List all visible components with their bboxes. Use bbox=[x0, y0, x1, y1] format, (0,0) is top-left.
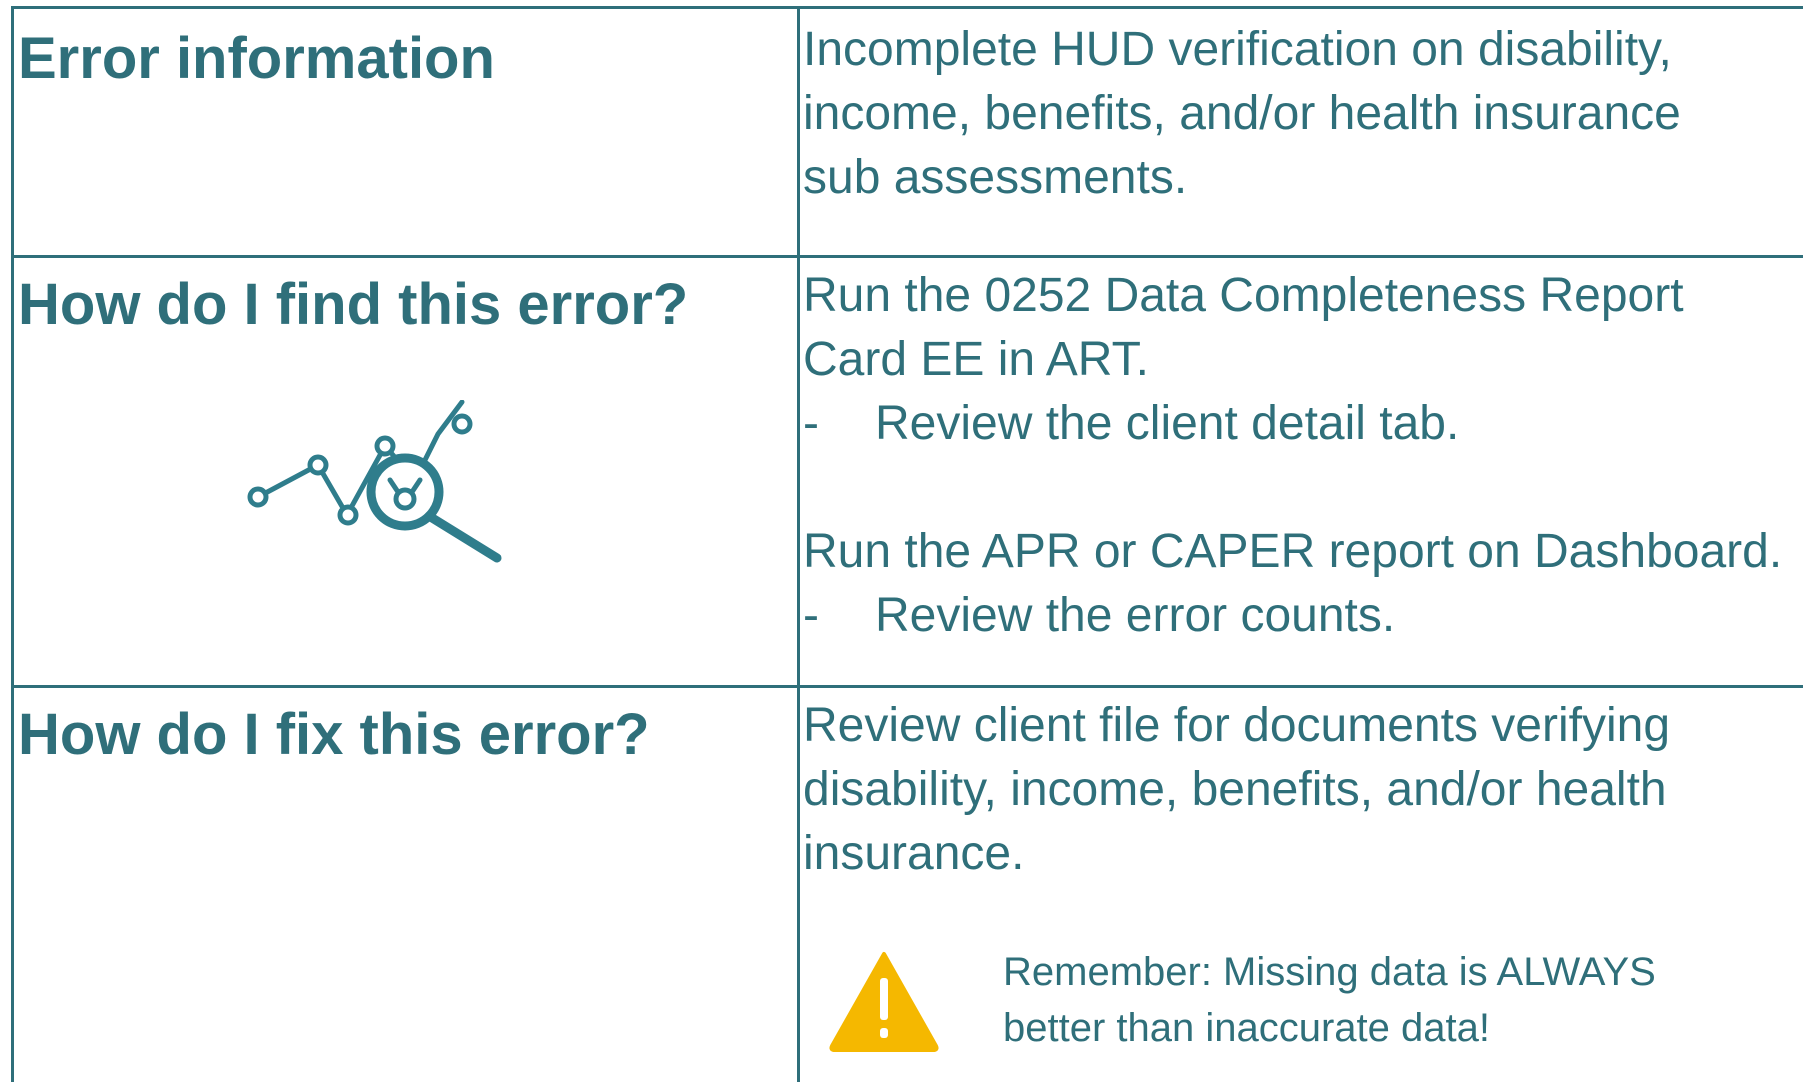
error-information-line: sub assessments. bbox=[803, 151, 1188, 204]
find-error-bullet: - Review the client detail tab. bbox=[803, 392, 1782, 456]
fix-error-line: insurance. bbox=[803, 827, 1025, 880]
reminder-line: better than inaccurate data! bbox=[1003, 1006, 1490, 1050]
find-error-line: Card EE in ART. bbox=[803, 333, 1149, 386]
find-error-line: Run the APR or CAPER report on Dashboard… bbox=[803, 525, 1783, 578]
fix-error-heading: How do I fix this error? bbox=[18, 702, 650, 767]
chart-magnifier-icon bbox=[247, 400, 502, 563]
warning-icon bbox=[829, 952, 939, 1052]
find-error-text: Run the 0252 Data Completeness Report Ca… bbox=[803, 264, 1782, 648]
fix-error-line: Review client file for documents verifyi… bbox=[803, 699, 1671, 752]
fix-error-text: Review client file for documents verifyi… bbox=[803, 694, 1670, 886]
fix-error-line: disability, income, benefits, and/or hea… bbox=[803, 763, 1667, 816]
find-error-heading: How do I find this error? bbox=[18, 272, 689, 337]
reminder-line: Remember: Missing data is ALWAYS bbox=[1003, 950, 1656, 994]
column-divider bbox=[797, 9, 800, 1082]
find-error-bullet-text: Review the client detail tab. bbox=[875, 397, 1460, 450]
find-error-bullet: - Review the error counts. bbox=[803, 584, 1782, 648]
reminder-callout: Remember: Missing data is ALWAYS better … bbox=[1003, 944, 1656, 1056]
bullet-dash: - bbox=[803, 589, 819, 642]
find-error-line: Run the 0252 Data Completeness Report bbox=[803, 269, 1684, 322]
error-information-line: income, benefits, and/or health insuranc… bbox=[803, 87, 1681, 140]
error-information-text: Incomplete HUD verification on disabilit… bbox=[803, 18, 1681, 210]
find-error-bullet-text: Review the error counts. bbox=[875, 589, 1396, 642]
bullet-dash: - bbox=[803, 397, 819, 450]
error-information-heading: Error information bbox=[18, 26, 495, 91]
error-information-line: Incomplete HUD verification on disabilit… bbox=[803, 23, 1672, 76]
